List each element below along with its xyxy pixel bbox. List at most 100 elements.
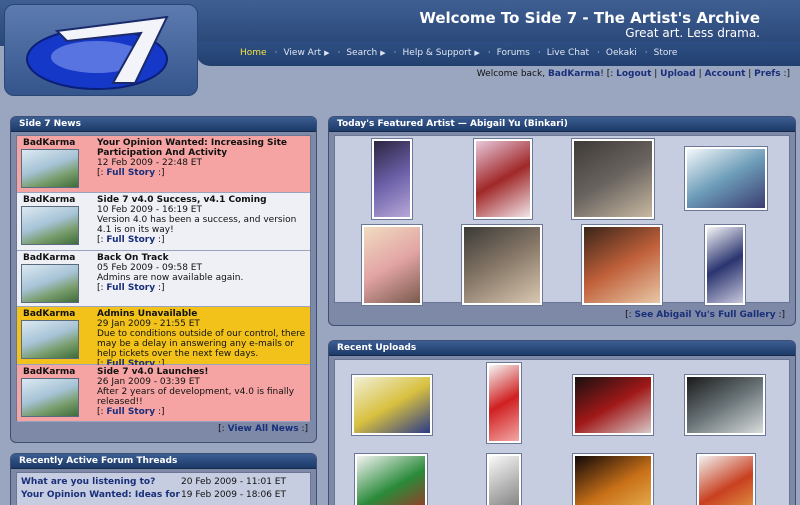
- user-bar-close: :]: [780, 69, 790, 79]
- news-thumbnail[interactable]: [21, 378, 79, 417]
- nav-separator: ·: [644, 48, 648, 58]
- nav-separator: ·: [393, 48, 397, 58]
- news-full-story: [: Full Story :]: [97, 235, 307, 245]
- nav-search[interactable]: Search ▶: [346, 48, 385, 58]
- nav-separator: ·: [337, 48, 341, 58]
- forum-list: What are you listening to? 20 Feb 2009 - …: [16, 472, 311, 505]
- account-link[interactable]: Account: [704, 69, 745, 79]
- full-story-link[interactable]: Full Story: [106, 283, 155, 293]
- user-bar-open: ! [:: [600, 69, 617, 79]
- news-date: 10 Feb 2009 - 16:19 ET: [97, 205, 202, 215]
- news-list: BadKarma Your Opinion Wanted: Increasing …: [16, 135, 311, 422]
- nav-separator: ·: [537, 48, 541, 58]
- news-text: Side 7 v4.0 Success, v4.1 Coming 10 Feb 2…: [97, 195, 307, 245]
- welcome-text: Welcome back,: [476, 69, 548, 79]
- news-full-story: [: Full Story :]: [97, 168, 307, 178]
- dropdown-arrow-icon: ▶: [380, 49, 386, 57]
- nav-help-support[interactable]: Help & Support ▶: [403, 48, 480, 58]
- full-story-link[interactable]: Full Story: [106, 235, 155, 245]
- recent-thumb-1[interactable]: [351, 374, 433, 436]
- nav-label: Live Chat: [546, 48, 590, 58]
- forum-thread-title[interactable]: Your Opinion Wanted: Ideas for: [21, 490, 180, 500]
- news-title[interactable]: Side 7 v4.0 Launches!: [97, 367, 209, 377]
- featured-heading: Today's Featured Artist — Abigail Yu (Bi…: [329, 117, 795, 132]
- news-item: BadKarma Back On Track 05 Feb 2009 - 09:58…: [17, 251, 310, 307]
- news-title[interactable]: Back On Track: [97, 253, 169, 263]
- recent-thumb-3[interactable]: [572, 374, 654, 436]
- news-thumbnail[interactable]: [21, 206, 79, 245]
- featured-thumb-6[interactable]: [461, 224, 543, 306]
- news-body: Due to conditions outside of our control…: [97, 329, 306, 359]
- news-text: Back On Track 05 Feb 2009 - 09:58 ET Admin…: [97, 253, 307, 293]
- full-gallery-link[interactable]: See Abigail Yu's Full Gallery: [634, 310, 775, 320]
- featured-thumb-7[interactable]: [581, 224, 663, 306]
- full-gallery[interactable]: [: See Abigail Yu's Full Gallery :]: [625, 310, 785, 320]
- forum-heading: Recently Active Forum Threads: [11, 454, 316, 469]
- nav-label: Search: [346, 48, 378, 58]
- nav-view-art[interactable]: View Art ▶: [283, 48, 329, 58]
- recent-thumb-5[interactable]: [354, 453, 428, 505]
- news-thumbnail[interactable]: [21, 320, 79, 359]
- news-title[interactable]: Your Opinion Wanted: Increasing Site Par…: [97, 138, 287, 158]
- view-all-news[interactable]: [: View All News :]: [218, 424, 308, 434]
- prefs-link[interactable]: Prefs: [754, 69, 780, 79]
- featured-artist-panel: Today's Featured Artist — Abigail Yu (Bi…: [328, 116, 796, 326]
- nav-label: Help & Support: [402, 48, 472, 58]
- news-text: Your Opinion Wanted: Increasing Site Par…: [97, 138, 307, 178]
- nav-oekaki[interactable]: Oekaki: [606, 48, 637, 58]
- bracket-open: [:: [97, 407, 107, 417]
- news-author[interactable]: BadKarma: [23, 253, 75, 263]
- username-link[interactable]: BadKarma: [548, 69, 600, 79]
- featured-thumb-4[interactable]: [684, 146, 768, 211]
- bracket-close: :]: [155, 283, 165, 293]
- nav-home[interactable]: Home: [240, 48, 267, 58]
- upload-link[interactable]: Upload: [660, 69, 696, 79]
- recent-thumb-8[interactable]: [696, 453, 756, 505]
- bracket-close: :]: [775, 310, 785, 320]
- news-item: BadKarma Side 7 v4.0 Launches! 26 Jan 2009…: [17, 365, 310, 422]
- nav-separator: ·: [487, 48, 491, 58]
- side7-logo-icon[interactable]: [17, 11, 193, 95]
- dropdown-arrow-icon: ▶: [474, 49, 480, 57]
- news-author[interactable]: BadKarma: [23, 195, 75, 205]
- news-author[interactable]: BadKarma: [23, 367, 75, 377]
- nav-forums[interactable]: Forums: [497, 48, 530, 58]
- nav-store[interactable]: Store: [654, 48, 678, 58]
- nav-label: Store: [653, 48, 678, 58]
- recent-uploads-panel: Recent Uploads: [328, 340, 796, 505]
- recent-gallery: [334, 359, 790, 505]
- view-all-news-link[interactable]: View All News: [228, 424, 299, 434]
- recent-thumb-2[interactable]: [486, 362, 522, 444]
- news-item: BadKarma Admins Unavailable 29 Jan 2009 - …: [17, 307, 310, 369]
- news-full-story: [: Full Story :]: [97, 407, 307, 417]
- bracket-close: :]: [298, 424, 308, 434]
- logo-panel[interactable]: [4, 4, 198, 96]
- news-author[interactable]: BadKarma: [23, 309, 75, 319]
- nav-live-chat[interactable]: Live Chat: [547, 48, 589, 58]
- logout-link[interactable]: Logout: [616, 69, 651, 79]
- featured-thumb-5[interactable]: [361, 224, 423, 306]
- full-story-link[interactable]: Full Story: [106, 407, 155, 417]
- recent-thumb-7[interactable]: [572, 453, 654, 505]
- news-title[interactable]: Side 7 v4.0 Success, v4.1 Coming: [97, 195, 267, 205]
- featured-thumb-3[interactable]: [571, 138, 655, 220]
- forum-thread-date: 19 Feb 2009 - 18:06 ET: [181, 490, 286, 500]
- full-story-link[interactable]: Full Story: [106, 168, 155, 178]
- recent-thumb-4[interactable]: [684, 374, 766, 436]
- featured-thumb-1[interactable]: [371, 138, 413, 220]
- featured-thumb-2[interactable]: [473, 138, 533, 220]
- news-author[interactable]: BadKarma: [23, 138, 75, 148]
- forum-thread-row: What are you listening to? 20 Feb 2009 - …: [21, 477, 306, 489]
- nav-separator: ·: [597, 48, 600, 58]
- news-full-story: [: Full Story :]: [97, 283, 307, 293]
- news-title[interactable]: Admins Unavailable: [97, 309, 197, 319]
- forum-thread-title[interactable]: What are you listening to?: [21, 477, 155, 487]
- featured-thumb-8[interactable]: [704, 224, 746, 306]
- forum-panel: Recently Active Forum Threads What are y…: [10, 453, 317, 505]
- news-body: After 2 years of development, v4.0 is fi…: [97, 387, 295, 407]
- news-thumbnail[interactable]: [21, 264, 79, 303]
- news-thumbnail[interactable]: [21, 149, 79, 188]
- forum-thread-row: Your Opinion Wanted: Ideas for 19 Feb 200…: [21, 490, 306, 502]
- site-header: Welcome To Side 7 - The Artist's Archive…: [0, 0, 800, 102]
- recent-thumb-6[interactable]: [486, 453, 522, 505]
